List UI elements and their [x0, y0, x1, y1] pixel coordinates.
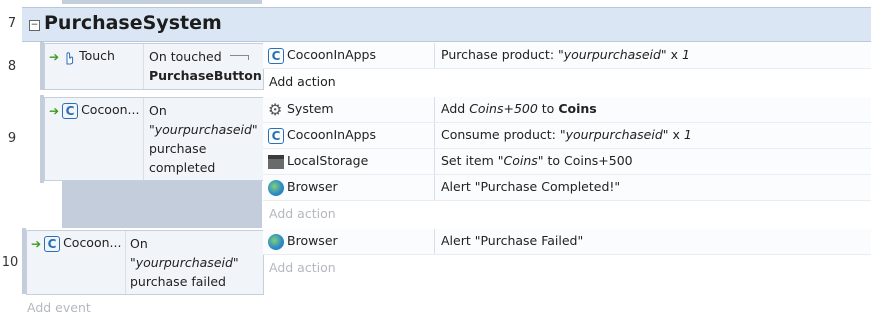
condition-object[interactable]: ➔ C Cocoon... — [49, 102, 139, 119]
group-header[interactable]: − PurchaseSystem — [22, 7, 871, 42]
line-number: 9 — [7, 131, 17, 146]
add-event-link[interactable]: Add event — [27, 300, 91, 315]
cocoon-icon: C — [62, 102, 79, 119]
gear-icon: ⚙ — [268, 99, 283, 119]
action-text: Alert "Purchase Failed" — [441, 233, 584, 248]
action-text: Set item "Coins" to Coins+500 — [441, 153, 633, 168]
condition-text: On touched PurchaseButton — [149, 49, 262, 83]
action-text: Add Coins+500 to Coins — [441, 101, 597, 116]
action-row[interactable]: Browser Alert "Purchase Failed" — [263, 229, 871, 255]
group-title[interactable]: PurchaseSystem — [44, 12, 222, 34]
line-number: 7 — [7, 16, 17, 31]
condition-text: On "yourpurchaseid" purchase completed — [149, 103, 258, 175]
condition-object-name: Cocoon... — [81, 102, 140, 117]
condition-object-name: Cocoon... — [63, 235, 122, 250]
event-condition[interactable]: ➔ C Cocoon... On "yourpurchaseid" purchase… — [44, 97, 264, 181]
action-object: Browser — [287, 179, 338, 194]
add-action-link[interactable]: Add action — [263, 201, 871, 226]
action-row[interactable]: Browser Alert "Purchase Completed!" — [263, 175, 871, 201]
action-text: Consume product: "yourpurchaseid" x 1 — [441, 127, 692, 142]
cocoon-icon: C — [268, 127, 284, 144]
trigger-arrow-icon: ➔ — [49, 49, 60, 64]
action-object: CocoonInApps — [287, 47, 377, 62]
action-text: Alert "Purchase Completed!" — [441, 179, 621, 194]
cocoon-icon: C — [268, 47, 284, 64]
cocoon-icon: C — [44, 235, 61, 252]
action-object: LocalStorage — [287, 153, 369, 168]
add-action-link[interactable]: Add action — [263, 255, 871, 280]
action-row[interactable]: C CocoonInApps Consume product: "yourpurc… — [263, 123, 871, 149]
storage-icon — [268, 154, 284, 169]
event-condition[interactable]: ➔ C Cocoon... On "yourpurchaseid" purchase… — [26, 230, 264, 295]
action-object: System — [287, 101, 334, 116]
action-text: Purchase product: "yourpurchaseid" x 1 — [441, 47, 690, 62]
line-number: 8 — [7, 59, 17, 74]
touch-hand-icon — [66, 51, 74, 64]
collapse-toggle[interactable]: − — [29, 20, 40, 31]
action-row[interactable]: LocalStorage Set item "Coins" to Coins+5… — [263, 149, 871, 175]
trigger-arrow-icon: ➔ — [31, 236, 42, 251]
add-action-link[interactable]: Add action — [263, 69, 871, 94]
condition-object[interactable]: ➔ Touch — [49, 48, 115, 65]
action-object: CocoonInApps — [287, 127, 377, 142]
event-condition[interactable]: ➔ Touch On touched PurchaseButton — [44, 43, 264, 90]
action-object: Browser — [287, 233, 338, 248]
action-row[interactable]: C CocoonInApps Purchase product: "yourpur… — [263, 43, 871, 69]
line-number: 10 — [1, 255, 19, 270]
event-block-fill — [62, 181, 262, 228]
condition-text: On "yourpurchaseid" purchase failed — [130, 236, 239, 289]
previous-event-edge — [62, 0, 262, 4]
condition-object-name: Touch — [79, 48, 115, 63]
condition-object[interactable]: ➔ C Cocoon... — [31, 235, 121, 252]
globe-icon — [268, 179, 284, 196]
globe-icon — [268, 233, 284, 250]
trigger-arrow-icon: ➔ — [49, 103, 60, 118]
action-row[interactable]: ⚙ System Add Coins+500 to Coins — [263, 97, 871, 123]
